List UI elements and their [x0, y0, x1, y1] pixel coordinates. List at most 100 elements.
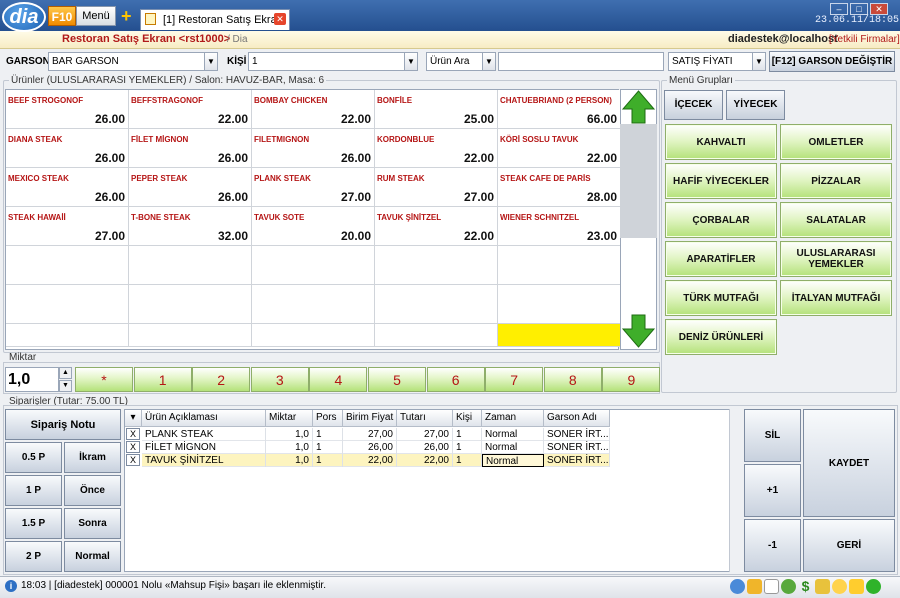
menu-group-button[interactable]: İTALYAN MUTFAĞI — [780, 280, 892, 316]
product-cell[interactable]: BEFFSTRAGONOF 22.00 — [129, 90, 252, 129]
menu-group-button[interactable]: ÇORBALAR — [665, 202, 777, 238]
menu-group-button[interactable]: ULUSLARARASI YEMEKLER — [780, 241, 892, 277]
maximize-icon[interactable]: □ — [850, 3, 868, 15]
menu-group-button[interactable]: KAHVALTI — [665, 124, 777, 160]
product-cell[interactable] — [498, 324, 621, 347]
product-cell[interactable]: BOMBAY CHICKEN 22.00 — [252, 90, 375, 129]
chevron-down-icon[interactable]: ▼ — [752, 53, 765, 70]
product-scroll-thumb[interactable] — [620, 124, 657, 238]
menu-group-button[interactable]: SALATALAR — [780, 202, 892, 238]
chevron-down-icon[interactable]: ▼ — [404, 53, 417, 70]
back-button[interactable]: GERİ — [803, 519, 895, 572]
tools-icon[interactable] — [747, 579, 762, 594]
numpad-key[interactable]: 6 — [426, 367, 485, 392]
column-header[interactable]: Birim Fiyat — [343, 410, 397, 427]
product-cell[interactable]: WIENER SCHNITZEL 23.00 — [498, 207, 621, 246]
product-cell[interactable]: FILETMIGNON 26.00 — [252, 129, 375, 168]
once-button[interactable]: Önce — [64, 475, 121, 506]
product-cell[interactable] — [129, 285, 252, 324]
search-mode-select[interactable]: Ürün Ara ▼ — [426, 52, 496, 71]
product-cell[interactable] — [375, 324, 498, 347]
close-window-icon[interactable]: ✕ — [870, 3, 888, 15]
menu-group-button[interactable]: APARATİFLER — [665, 241, 777, 277]
product-cell[interactable]: FİLET MİGNON 26.00 — [129, 129, 252, 168]
download-icon[interactable] — [815, 579, 830, 594]
chevron-down-icon[interactable]: ▼ — [204, 53, 217, 70]
menu-group-button[interactable]: TÜRK MUTFAĞI — [665, 280, 777, 316]
menu-button[interactable]: Menü — [76, 6, 116, 26]
normal-button[interactable]: Normal — [64, 541, 121, 572]
product-cell[interactable]: CHATUEBRIAND (2 PERSON) 66.00 — [498, 90, 621, 129]
numpad-key[interactable]: 4 — [309, 367, 368, 392]
refresh-icon[interactable] — [781, 579, 796, 594]
search-input[interactable] — [498, 52, 664, 71]
product-cell[interactable] — [129, 324, 252, 347]
kisi-select[interactable]: 1 ▼ — [248, 52, 418, 71]
menu-group-button[interactable]: HAFİF YİYECEKLER — [665, 163, 777, 199]
quantity-up-icon[interactable]: ▲ — [59, 367, 72, 379]
numpad-key[interactable]: * — [75, 367, 133, 392]
f10-button[interactable]: F10 — [48, 6, 76, 26]
product-cell[interactable]: BEEF STROGONOF 26.00 — [6, 90, 129, 129]
product-cell[interactable] — [375, 246, 498, 285]
product-cell[interactable] — [252, 324, 375, 347]
product-cell[interactable]: T-BONE STEAK 32.00 — [129, 207, 252, 246]
product-cell[interactable]: KÖRİ SOSLU TAVUK 22.00 — [498, 129, 621, 168]
portion-1-button[interactable]: 1 P — [5, 475, 62, 506]
close-tab-icon[interactable]: ✕ — [274, 13, 286, 25]
product-cell[interactable]: PLANK STEAK 27.00 — [252, 168, 375, 207]
chevron-down-icon[interactable]: ▼ — [482, 53, 495, 70]
decrement-button[interactable]: -1 — [744, 519, 801, 572]
scroll-up-arrow-icon[interactable] — [621, 89, 656, 125]
ikram-button[interactable]: İkram — [64, 442, 121, 473]
column-header[interactable]: Pors — [313, 410, 343, 427]
menu-group-button[interactable]: DENİZ ÜRÜNLERİ — [665, 319, 777, 355]
menu-group-top-button[interactable]: YİYECEK — [726, 90, 785, 120]
numpad-key[interactable]: 1 — [133, 367, 192, 392]
delete-button[interactable]: SİL — [744, 409, 801, 462]
save-button[interactable]: KAYDET — [803, 409, 895, 517]
product-cell[interactable] — [498, 246, 621, 285]
product-cell[interactable] — [252, 246, 375, 285]
help-icon[interactable] — [730, 579, 745, 594]
tab-restoran-satis[interactable]: [1] Restoran Satış Ekranı — [140, 9, 290, 30]
product-cell[interactable] — [375, 285, 498, 324]
product-cell[interactable]: PEPER STEAK 26.00 — [129, 168, 252, 207]
column-header[interactable]: Zaman — [482, 410, 544, 427]
product-cell[interactable]: MEXICO STEAK 26.00 — [6, 168, 129, 207]
numpad-key[interactable]: 9 — [602, 367, 661, 392]
menu-group-button[interactable]: PİZZALAR — [780, 163, 892, 199]
smiley-icon[interactable] — [832, 579, 847, 594]
portion-2-button[interactable]: 2 P — [5, 541, 62, 572]
new-tab-icon[interactable]: + — [121, 6, 132, 26]
product-cell[interactable] — [252, 285, 375, 324]
numpad-key[interactable]: 8 — [543, 367, 602, 392]
increment-button[interactable]: +1 — [744, 464, 801, 517]
product-cell[interactable] — [6, 246, 129, 285]
menu-group-top-button[interactable]: İÇECEK — [664, 90, 723, 120]
column-header[interactable]: Garson Adı — [544, 410, 610, 427]
sort-column-header[interactable]: ▾ — [125, 410, 142, 427]
menu-group-button[interactable]: OMLETLER — [780, 124, 892, 160]
product-cell[interactable] — [6, 324, 129, 347]
product-cell[interactable]: BONFİLE 25.00 — [375, 90, 498, 129]
product-cell[interactable] — [498, 285, 621, 324]
column-header[interactable]: Miktar — [266, 410, 313, 427]
users-icon[interactable] — [849, 579, 864, 594]
minimize-icon[interactable]: – — [830, 3, 848, 15]
quantity-input[interactable]: 1,0 — [5, 367, 59, 392]
remove-row-button[interactable]: X — [126, 454, 140, 466]
product-cell[interactable]: RUM STEAK 27.00 — [375, 168, 498, 207]
column-header[interactable]: Ürün Açıklaması — [142, 410, 266, 427]
column-header[interactable]: Kişi — [453, 410, 482, 427]
column-header[interactable]: Tutarı — [397, 410, 453, 427]
numpad-key[interactable]: 7 — [485, 367, 544, 392]
product-cell[interactable]: TAVUK ŞİNİTZEL 22.00 — [375, 207, 498, 246]
product-cell[interactable]: STEAK CAFE DE PARİS 28.00 — [498, 168, 621, 207]
product-cell[interactable]: KORDONBLUE 22.00 — [375, 129, 498, 168]
order-note-button[interactable]: Sipariş Notu — [5, 409, 121, 440]
price-type-select[interactable]: SATIŞ FİYATI ▼ — [668, 52, 766, 71]
numpad-key[interactable]: 3 — [250, 367, 309, 392]
numpad-key[interactable]: 2 — [192, 367, 251, 392]
dia-logo[interactable]: dia — [2, 2, 46, 32]
